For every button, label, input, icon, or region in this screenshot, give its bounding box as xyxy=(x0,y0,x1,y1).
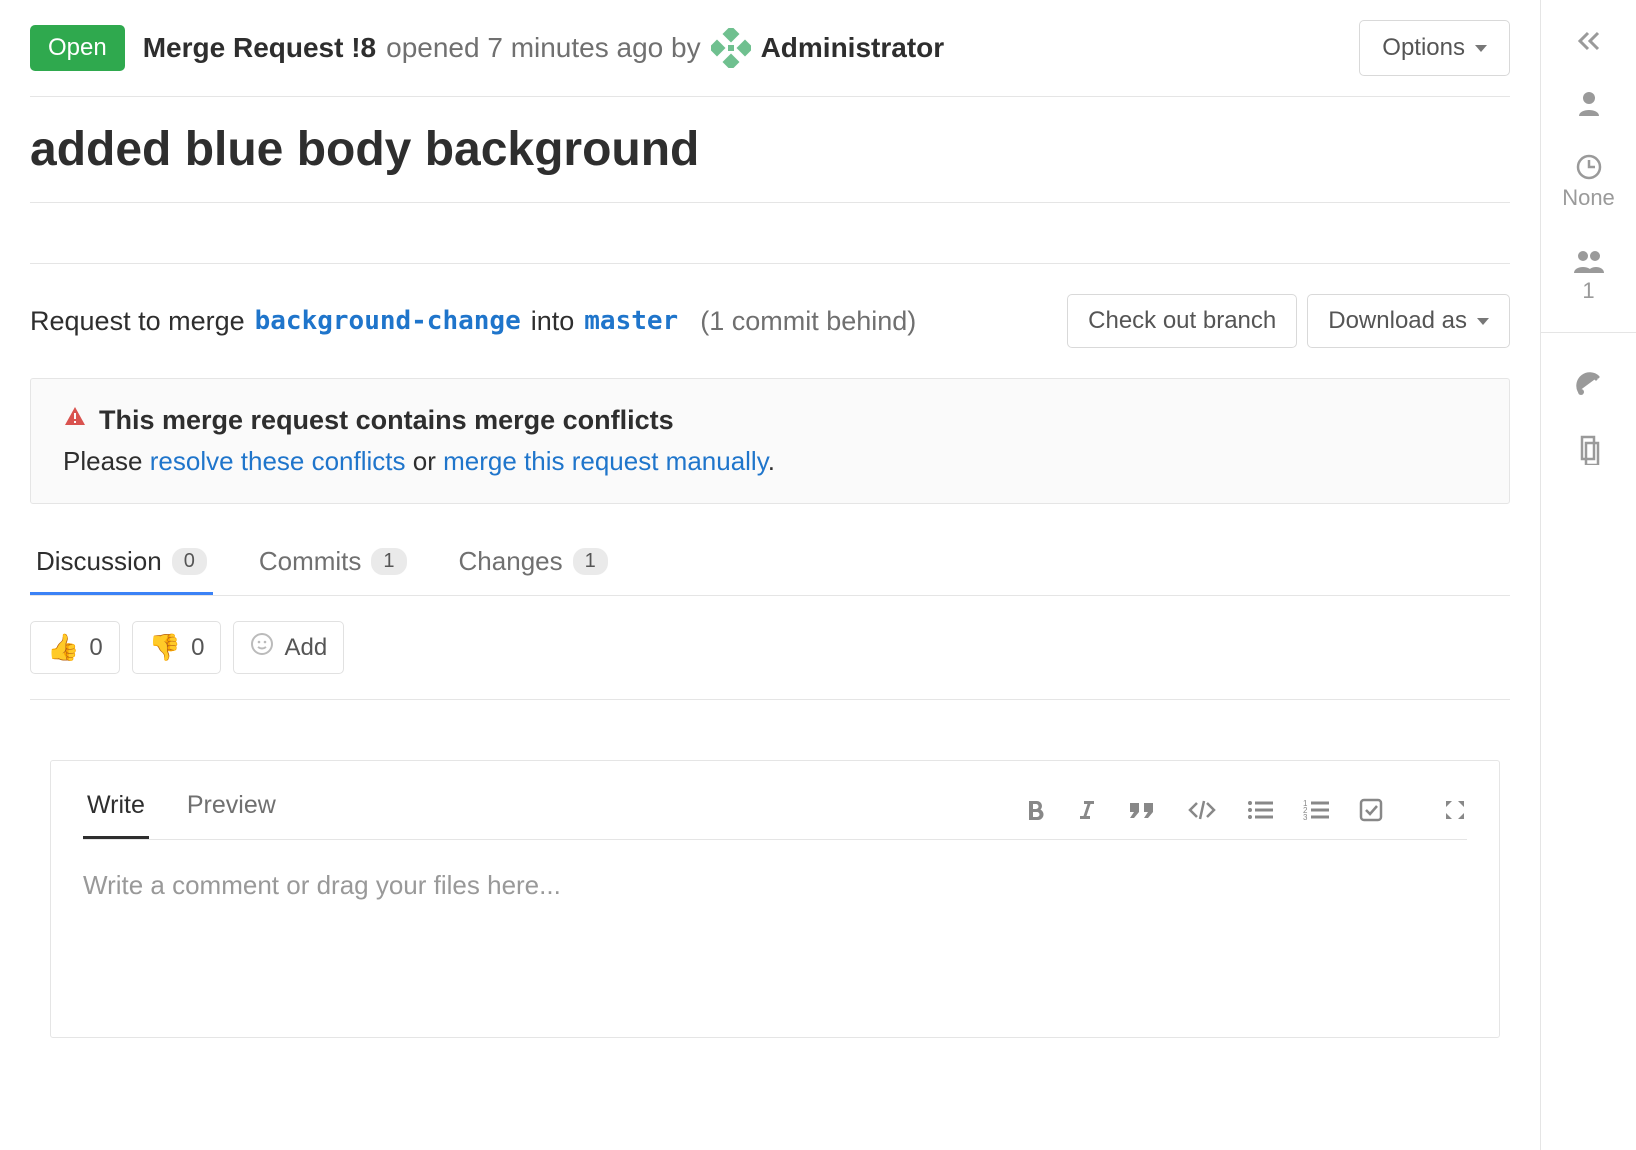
code-icon[interactable] xyxy=(1187,799,1217,821)
tab-commits[interactable]: Commits 1 xyxy=(253,534,413,595)
bullet-list-icon[interactable] xyxy=(1247,799,1273,821)
assignee-icon[interactable] xyxy=(1577,90,1601,116)
status-badge: Open xyxy=(30,25,125,71)
avatar-icon xyxy=(711,28,751,68)
mr-id-label: Merge Request !8 xyxy=(143,32,376,64)
conflict-title: This merge request contains merge confli… xyxy=(99,405,674,436)
tab-commits-label: Commits xyxy=(259,546,362,577)
opened-ago-text: opened 7 minutes ago by xyxy=(386,32,700,64)
comment-textarea[interactable] xyxy=(83,840,1467,1032)
thumbs-up-icon: 👍 xyxy=(47,632,79,663)
tab-changes-label: Changes xyxy=(459,546,563,577)
smiley-icon xyxy=(250,632,274,663)
conflict-tail: . xyxy=(768,446,775,476)
thumbs-up-button[interactable]: 👍 0 xyxy=(30,621,120,674)
comment-tab-write[interactable]: Write xyxy=(83,781,149,839)
collapse-sidebar-button[interactable] xyxy=(1576,30,1602,52)
milestone-none-label: None xyxy=(1562,185,1615,211)
author-link[interactable]: Administrator xyxy=(761,32,945,64)
commits-behind-text: (1 commit behind) xyxy=(700,306,916,337)
numbered-list-icon[interactable]: 123 xyxy=(1303,799,1329,821)
bold-icon[interactable] xyxy=(1025,798,1047,822)
italic-icon[interactable] xyxy=(1077,798,1097,822)
participants-count: 1 xyxy=(1582,278,1594,304)
into-text: into xyxy=(531,306,575,337)
download-as-label: Download as xyxy=(1328,307,1467,335)
conflict-or: or xyxy=(406,446,444,476)
quote-icon[interactable] xyxy=(1127,798,1157,822)
comment-tab-preview[interactable]: Preview xyxy=(183,781,280,839)
tab-discussion-label: Discussion xyxy=(36,546,162,577)
target-branch-link[interactable]: master xyxy=(584,306,678,336)
checkout-branch-button[interactable]: Check out branch xyxy=(1067,294,1297,348)
tab-changes-count: 1 xyxy=(573,548,608,575)
options-button[interactable]: Options xyxy=(1359,20,1510,76)
download-as-button[interactable]: Download as xyxy=(1307,294,1510,348)
add-reaction-label: Add xyxy=(284,634,327,662)
tab-discussion[interactable]: Discussion 0 xyxy=(30,534,213,595)
comment-box: Write Preview 123 xyxy=(50,760,1500,1038)
tab-changes[interactable]: Changes 1 xyxy=(453,534,614,595)
options-label: Options xyxy=(1382,34,1465,62)
svg-text:3: 3 xyxy=(1303,813,1308,821)
participants-widget[interactable]: 1 xyxy=(1572,249,1606,304)
conflict-please: Please xyxy=(63,446,150,476)
task-list-icon[interactable] xyxy=(1359,798,1383,822)
tab-discussion-count: 0 xyxy=(172,548,207,575)
thumbs-up-count: 0 xyxy=(89,634,102,662)
thumbs-down-button[interactable]: 👎 0 xyxy=(132,621,222,674)
merge-prefix: Request to merge xyxy=(30,306,245,337)
caret-down-icon xyxy=(1477,318,1489,325)
reference-icon[interactable] xyxy=(1576,435,1602,465)
thumbs-down-icon: 👎 xyxy=(149,632,181,663)
fullscreen-icon[interactable] xyxy=(1443,798,1467,822)
source-branch-link[interactable]: background-change xyxy=(255,306,521,336)
notifications-icon[interactable] xyxy=(1576,371,1602,397)
conflict-warning-panel: This merge request contains merge confli… xyxy=(30,378,1510,504)
tab-commits-count: 1 xyxy=(371,548,406,575)
checkout-branch-label: Check out branch xyxy=(1088,307,1276,335)
caret-down-icon xyxy=(1475,45,1487,52)
warning-icon xyxy=(63,405,87,436)
add-reaction-button[interactable]: Add xyxy=(233,621,344,674)
page-title: added blue body background xyxy=(30,122,1510,177)
thumbs-down-count: 0 xyxy=(191,634,204,662)
milestone-widget[interactable]: None xyxy=(1562,154,1615,211)
merge-manually-link[interactable]: merge this request manually xyxy=(443,446,768,476)
resolve-conflicts-link[interactable]: resolve these conflicts xyxy=(150,446,406,476)
header-meta: Merge Request !8 opened 7 minutes ago by… xyxy=(143,28,1342,68)
